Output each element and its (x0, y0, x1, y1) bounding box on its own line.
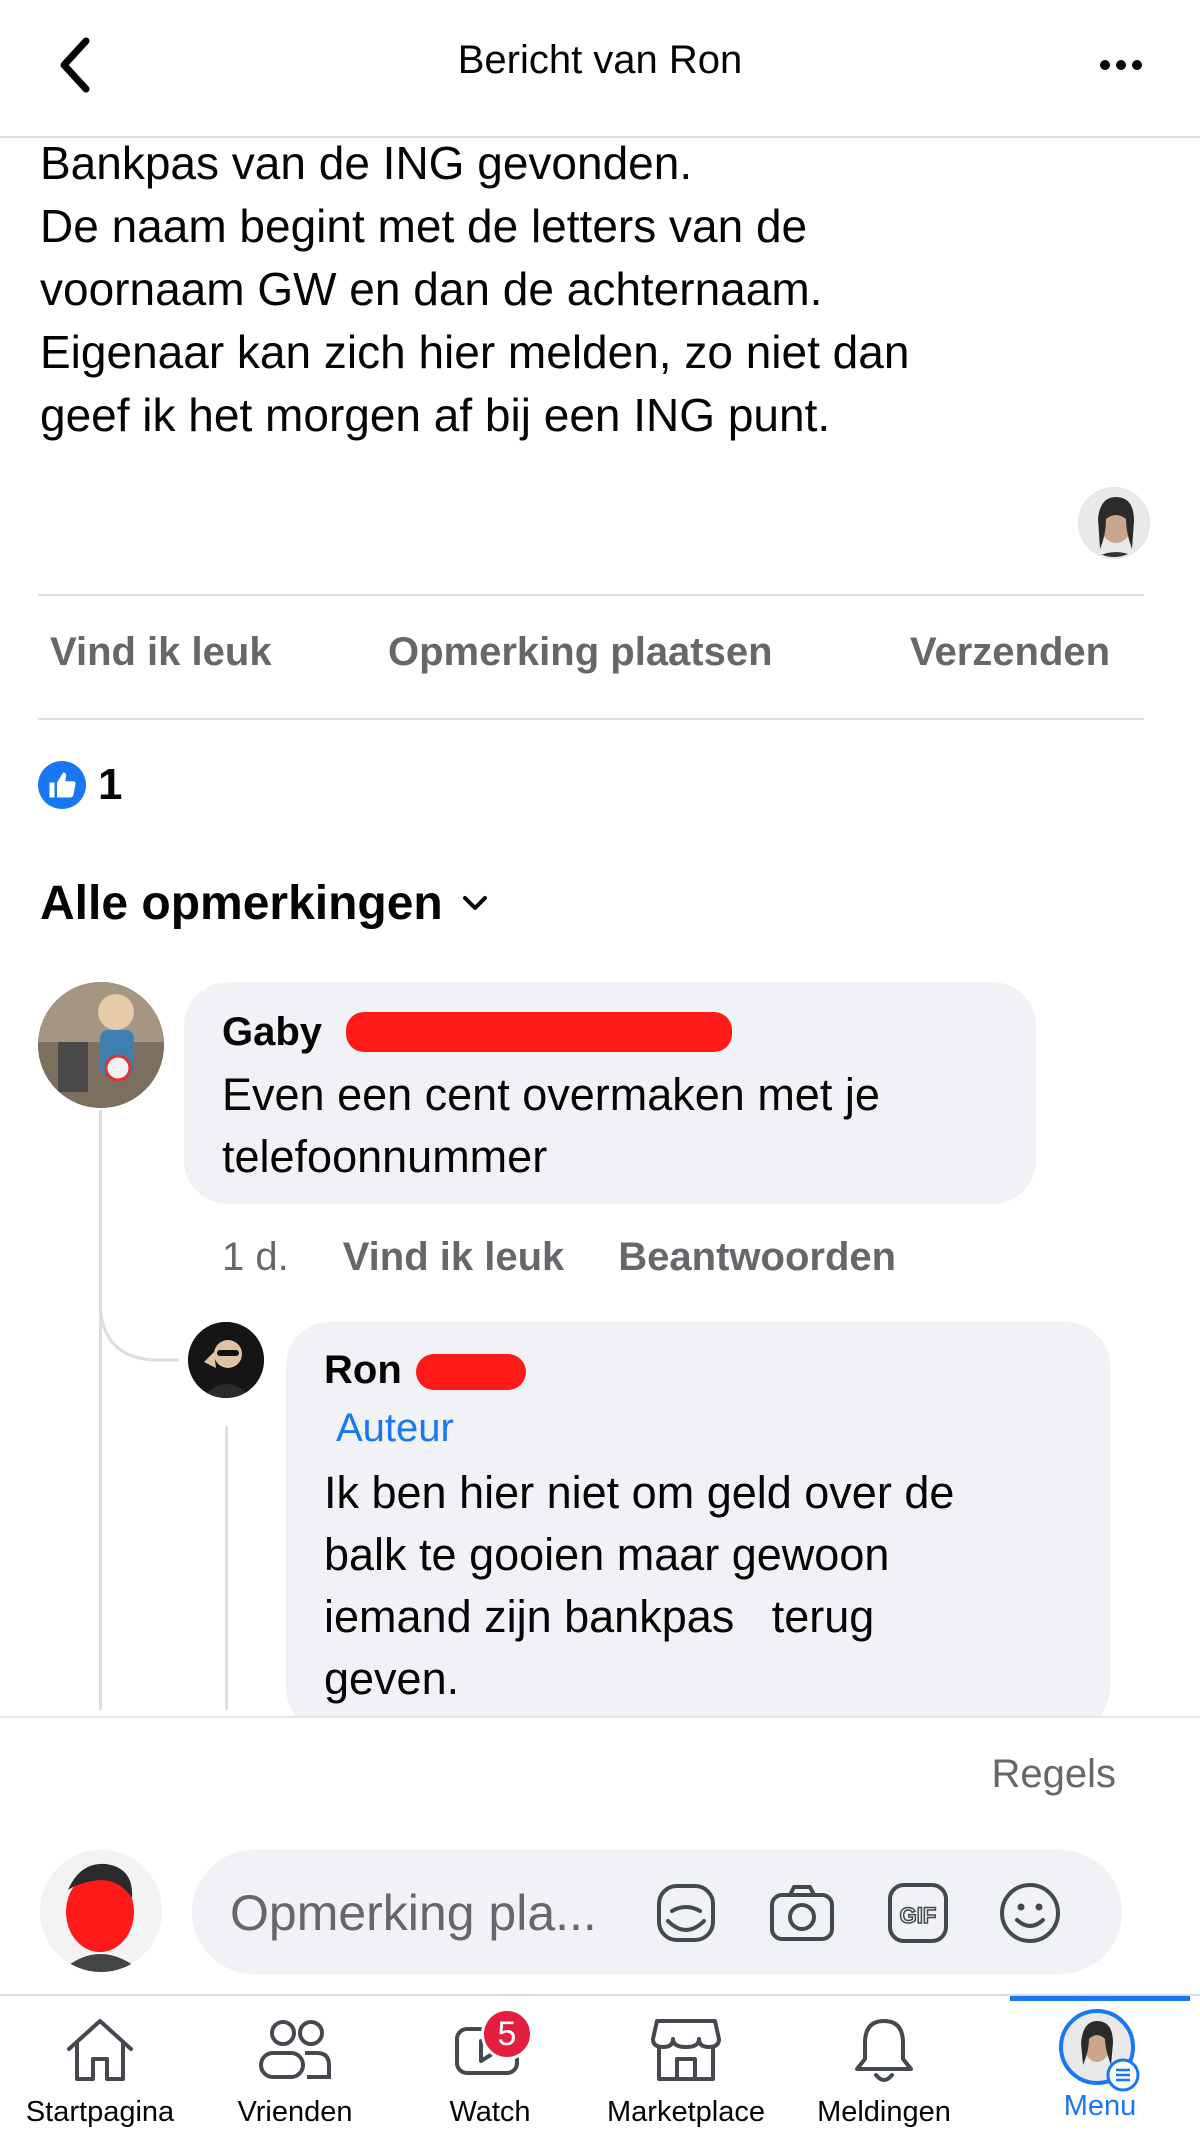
bell-icon (841, 2010, 927, 2090)
tab-label: Startpagina (25, 2096, 175, 2128)
comments-filter[interactable]: Alle opmerkingen (40, 876, 489, 931)
my-avatar (40, 1850, 162, 1972)
dot-icon (1100, 60, 1110, 70)
tab-watch[interactable]: 5 Watch (400, 1996, 580, 2134)
reply-author[interactable]: Ron (324, 1348, 402, 1393)
redaction-mark (416, 1354, 526, 1390)
menu-avatar-icon (1057, 2009, 1143, 2092)
sticker-icon[interactable] (648, 1878, 724, 1948)
marketplace-icon (643, 2010, 729, 2090)
top-bar: Bericht van Ron (0, 0, 1200, 138)
post-line: Eigenaar kan zich hier melden, zo niet d… (40, 326, 910, 378)
post-text: Bankpas van de ING gevonden. De naam beg… (40, 132, 1160, 447)
reply-connector (99, 1300, 179, 1362)
post-line: voornaam GW en dan de achternaam. (40, 263, 823, 315)
dot-icon (1116, 60, 1126, 70)
thread-line (99, 1110, 102, 1710)
tab-label: Meldingen (817, 2096, 951, 2128)
comment-like-button[interactable]: Vind ik leuk (343, 1235, 565, 1280)
comment-input[interactable] (230, 1878, 650, 1948)
comment-time: 1 d. (222, 1235, 289, 1279)
divider (38, 594, 1144, 596)
comment-line: iemand zijn bankpas terug (324, 1591, 875, 1642)
reaction-count: 1 (98, 760, 123, 809)
comment-line: geven. (324, 1653, 460, 1704)
tab-menu[interactable]: Menu (1010, 1996, 1190, 2134)
home-icon (57, 2010, 143, 2090)
comment-line: Even een cent overmaken met je (222, 1069, 880, 1120)
comment-line: telefoonnummer (222, 1131, 548, 1182)
comment-line: Ik ben hier niet om geld over de (324, 1467, 955, 1518)
divider (38, 718, 1144, 720)
comment-line: balk te gooien maar gewoon (324, 1529, 890, 1580)
post-line: De naam begint met de letters van de (40, 200, 808, 252)
author-badge: Auteur (336, 1406, 454, 1450)
tab-home[interactable]: Startpagina (10, 1996, 190, 2134)
share-button[interactable]: Verzenden (910, 630, 1110, 675)
reply-author-avatar[interactable] (188, 1322, 264, 1398)
reactions-summary[interactable]: 1 (38, 758, 122, 812)
post-line: geef ik het morgen af bij een ING punt. (40, 389, 831, 441)
comment-bubble[interactable]: Gaby Even een cent overmaken met je tele… (184, 982, 1036, 1204)
comment-button[interactable]: Opmerking plaatsen (388, 630, 773, 675)
comment-meta: 1 d. Vind ik leuk Beantwoorden (222, 1235, 896, 1280)
tab-label: Marketplace (607, 2096, 765, 2128)
watch-icon: 5 (447, 2008, 533, 2090)
camera-icon[interactable] (764, 1878, 840, 1948)
tab-label: Menu (1063, 2090, 1137, 2122)
comment-composer[interactable]: GIF (192, 1850, 1122, 1974)
commenter-avatar[interactable] (38, 982, 164, 1108)
comments-filter-label: Alle opmerkingen (40, 877, 443, 930)
tab-label: Vrienden (237, 2096, 353, 2128)
comment-author[interactable]: Gaby (222, 1010, 322, 1055)
post-actions: Vind ik leuk Opmerking plaatsen Verzende… (38, 600, 1144, 718)
thread-line (225, 1426, 228, 1710)
comment-text: Even een cent overmaken met je telefoonn… (222, 1064, 1012, 1188)
emoji-icon[interactable] (992, 1878, 1068, 1948)
svg-text:GIF: GIF (900, 1903, 937, 1928)
gif-icon[interactable]: GIF (880, 1878, 956, 1948)
dot-icon (1132, 60, 1142, 70)
friends-icon (252, 2010, 338, 2090)
reply-bubble[interactable]: Ron Auteur Ik ben hier niet om geld over… (286, 1322, 1110, 1732)
tab-friends[interactable]: Vrienden (205, 1996, 385, 2134)
tab-label: Watch (449, 2096, 531, 2128)
reply-text: Ik ben hier niet om geld over de balk te… (324, 1462, 1084, 1710)
bottom-tab-bar: Startpagina Vrienden 5 Watch Marketplace… (0, 1994, 1200, 2134)
tab-notifications[interactable]: Meldingen (794, 1996, 974, 2134)
redaction-mark (346, 1012, 732, 1052)
thumbs-up-icon (38, 761, 86, 809)
tab-marketplace[interactable]: Marketplace (596, 1996, 776, 2134)
page-title: Bericht van Ron (457, 38, 743, 82)
more-options-button[interactable] (1086, 40, 1156, 90)
post-line: Bankpas van de ING gevonden. (40, 137, 693, 189)
like-button[interactable]: Vind ik leuk (50, 630, 272, 675)
watch-badge: 5 (481, 2008, 533, 2060)
rules-link[interactable]: Regels (991, 1752, 1116, 1797)
comment-reply-button[interactable]: Beantwoorden (618, 1235, 896, 1280)
chevron-down-icon (462, 895, 487, 910)
seen-by-avatar[interactable] (1078, 487, 1150, 559)
